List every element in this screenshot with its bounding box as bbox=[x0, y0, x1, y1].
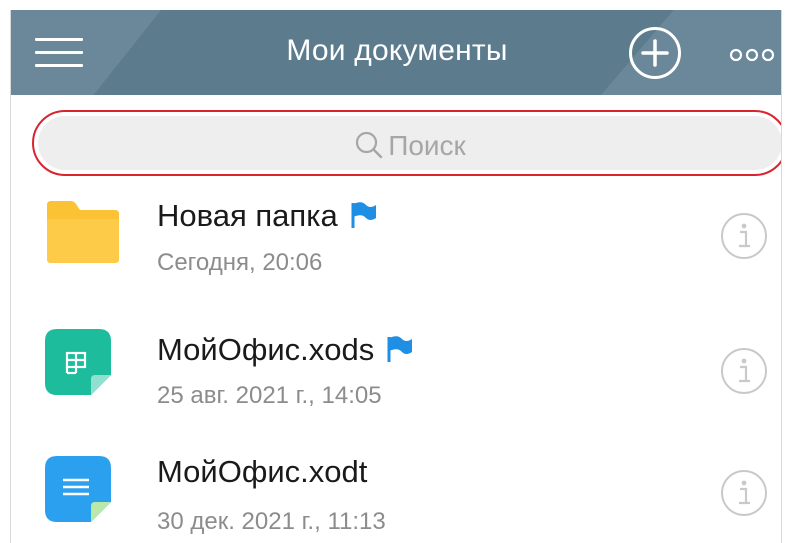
search-icon bbox=[356, 131, 383, 158]
file-date: Сегодня, 20:06 bbox=[157, 249, 323, 276]
add-button[interactable] bbox=[629, 27, 681, 79]
search-placeholder: Поиск bbox=[388, 130, 466, 161]
file-name: МойОфис.xodt bbox=[157, 454, 368, 489]
spreadsheet-document-icon bbox=[45, 329, 111, 395]
list-item[interactable]: Новая папка Сегодня, 20:06 bbox=[11, 186, 781, 312]
plus-circle-icon bbox=[641, 39, 669, 67]
more-options-button[interactable] bbox=[729, 48, 775, 62]
file-date: 25 авг. 2021 г., 14:05 bbox=[157, 382, 382, 409]
info-icon bbox=[739, 480, 750, 505]
more-dots-icon bbox=[729, 48, 775, 62]
list-item[interactable]: МойОфис.xodt 30 дек. 2021 г., 11:13 bbox=[11, 438, 781, 543]
header-bar: Мои документы bbox=[11, 10, 781, 95]
info-icon bbox=[739, 223, 750, 248]
info-icon bbox=[739, 358, 750, 383]
file-name: Новая папка bbox=[157, 198, 378, 234]
text-document-icon bbox=[45, 456, 111, 522]
info-button[interactable] bbox=[721, 348, 767, 394]
flag-icon bbox=[351, 202, 376, 228]
flag-icon bbox=[387, 336, 413, 362]
info-button[interactable] bbox=[721, 470, 767, 516]
file-date: 30 дек. 2021 г., 11:13 bbox=[157, 508, 386, 535]
list-item[interactable]: МойОфис.xods 25 авг. 2021 г., 14:05 bbox=[11, 312, 781, 438]
search-input[interactable]: Поиск bbox=[38, 116, 781, 170]
search-placeholder-row: Поиск bbox=[38, 130, 781, 163]
app-window: Мои документы Поиск Новая папка Сегодня,… bbox=[10, 10, 782, 543]
folder-icon bbox=[47, 201, 119, 263]
file-name: МойОфис.xods bbox=[157, 332, 414, 368]
info-button[interactable] bbox=[721, 213, 767, 259]
search-highlight-outline: Поиск bbox=[32, 110, 781, 176]
